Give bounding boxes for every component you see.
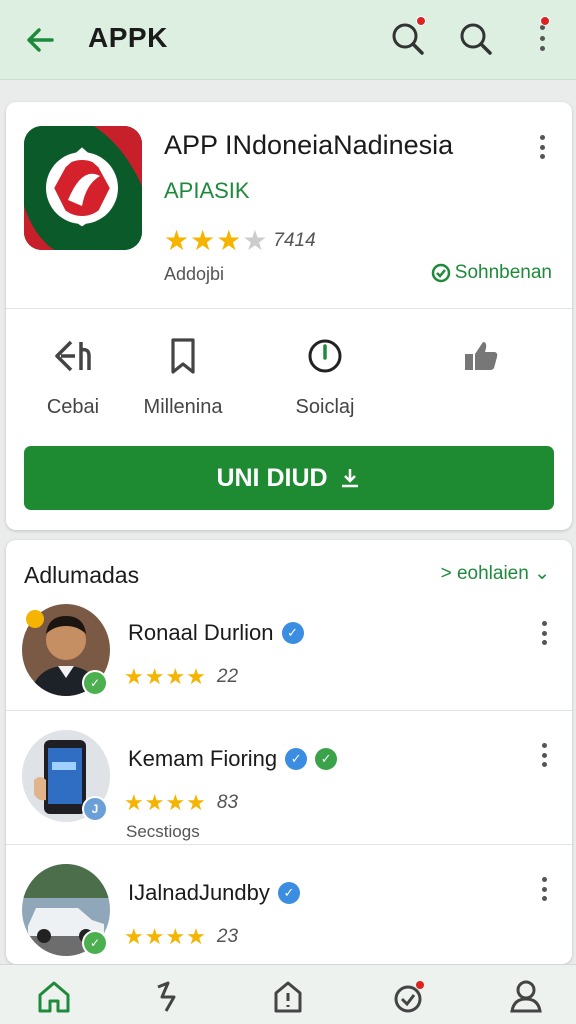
- app-status-badge: Sohnbenan: [431, 262, 552, 284]
- profile-icon[interactable]: [506, 977, 546, 1015]
- review-item[interactable]: ✓ Ronaal Durlion ✓ ★★★★ 22: [6, 604, 572, 724]
- action-like[interactable]: [426, 334, 536, 396]
- app-name: APP INdoneiaNadinesia: [164, 130, 454, 160]
- divider: [6, 844, 572, 845]
- app-meta: Addojbi: [164, 264, 225, 284]
- top-app-bar: APPK: [0, 0, 576, 80]
- check-circle-icon: [431, 263, 451, 283]
- back-arrow-icon[interactable]: [22, 22, 58, 58]
- user-badge-icon: ✓: [82, 930, 108, 956]
- review-count: 83: [216, 792, 239, 813]
- install-button[interactable]: UNI DIUD: [24, 446, 554, 510]
- thumbs-up-icon: [465, 342, 498, 370]
- notice-icon[interactable]: [268, 977, 308, 1015]
- review-item[interactable]: J Kemam Fioring ✓ ✓ ★★★★ 83 Secstiogs: [6, 730, 572, 850]
- divider: [6, 308, 572, 309]
- search-icon[interactable]: [456, 18, 496, 58]
- lightning-icon[interactable]: [148, 977, 188, 1015]
- app-icon[interactable]: [24, 126, 142, 250]
- app-rating: ★★★ ★ 7414: [164, 224, 316, 257]
- review-stars: ★★★★: [124, 924, 207, 949]
- compass-icon: [308, 339, 342, 373]
- review-stars: ★★★★: [124, 790, 207, 815]
- rating-count: 7414: [273, 229, 316, 251]
- review-rating: ★★★★ 23: [124, 924, 238, 950]
- reviewer-name-text: IJalnadJundby: [128, 880, 270, 905]
- rating-stars: ★★★: [164, 225, 243, 256]
- review-more-icon[interactable]: [532, 618, 556, 648]
- reviewer-name: Ronaal Durlion ✓: [128, 620, 304, 646]
- review-count: 23: [216, 926, 239, 947]
- verified-icon: ✓: [285, 748, 308, 770]
- verified-icon: ✓: [281, 622, 304, 644]
- gift-icon[interactable]: [390, 977, 430, 1015]
- download-icon: [341, 469, 358, 488]
- install-button-label: UNI DIUD: [216, 463, 328, 492]
- action-explore[interactable]: Soiclaj: [270, 334, 380, 419]
- action-label: Cebai: [46, 396, 100, 418]
- review-rating: ★★★★ 83: [124, 790, 238, 816]
- review-stars: ★★★★: [124, 664, 207, 689]
- review-more-icon[interactable]: [532, 740, 556, 770]
- more-vertical-icon[interactable]: [530, 22, 554, 54]
- notification-dot: [416, 16, 426, 26]
- bottom-navigation: [0, 964, 576, 1024]
- user-badge-icon: ✓: [82, 670, 108, 696]
- emoji-badge: [26, 610, 44, 628]
- share-icon: [55, 340, 91, 372]
- action-wishlist[interactable]: Millenina: [128, 334, 238, 419]
- reviewer-name-text: Ronaal Durlion: [128, 620, 274, 645]
- reviewer-name-text: Kemam Fioring: [128, 746, 278, 771]
- user-badge-icon: J: [82, 796, 108, 822]
- bookmark-icon: [171, 338, 195, 374]
- see-more-link[interactable]: > eohlaien ⌄: [441, 562, 550, 585]
- rating-half-star: ★: [242, 225, 268, 256]
- reviewer-name: IJalnadJundby ✓: [128, 880, 300, 906]
- developer-link[interactable]: APIASIK: [164, 178, 250, 204]
- app-details-card: APP INdoneiaNadinesia APIASIK ★★★ ★ 7414 …: [6, 102, 572, 530]
- review-count: 22: [216, 666, 239, 687]
- home-icon[interactable]: [34, 977, 74, 1015]
- reviewer-name: Kemam Fioring ✓ ✓: [128, 746, 338, 772]
- action-share[interactable]: Cebai: [18, 334, 128, 419]
- notification-dot: [540, 16, 550, 26]
- action-label: Soiclaj: [295, 396, 355, 418]
- page-title: APPK: [88, 22, 168, 53]
- divider: [6, 710, 572, 711]
- app-logo-icon: [24, 126, 142, 250]
- reviews-card: Adlumadas > eohlaien ⌄ ✓ Ronaal Durlion …: [6, 540, 572, 964]
- reviews-section-title: Adlumadas: [24, 562, 140, 588]
- review-more-icon[interactable]: [532, 874, 556, 904]
- verified-icon: ✓: [277, 882, 300, 904]
- app-badge-label: Sohnbenan: [454, 262, 552, 283]
- app-more-icon[interactable]: [530, 132, 554, 162]
- review-rating: ★★★★ 22: [124, 664, 238, 690]
- verified-green-icon: ✓: [315, 748, 338, 770]
- review-subtext: Secstiogs: [126, 822, 200, 841]
- action-label: Millenina: [143, 396, 223, 418]
